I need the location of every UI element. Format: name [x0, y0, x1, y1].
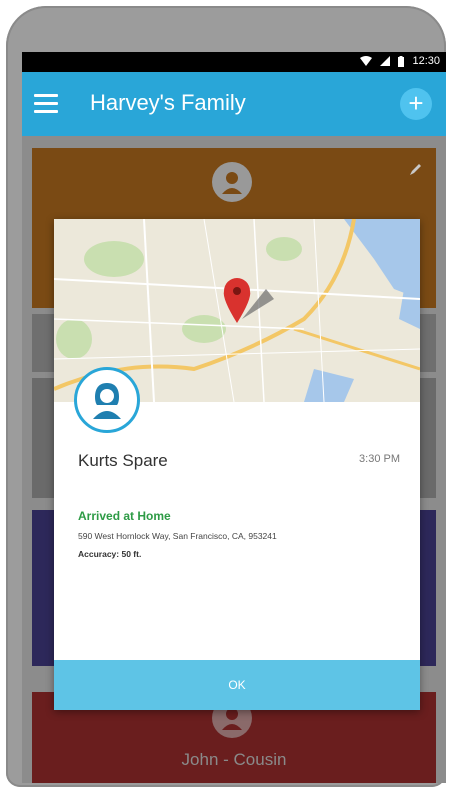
avatar-icon — [212, 162, 252, 202]
edit-icon[interactable] — [410, 162, 422, 178]
ok-button[interactable]: OK — [54, 660, 420, 710]
menu-icon[interactable] — [34, 94, 58, 114]
app-bar: Harvey's Family + — [22, 72, 446, 136]
battery-icon — [398, 55, 405, 67]
avatar-icon — [93, 383, 121, 419]
add-icon[interactable]: + — [400, 88, 432, 120]
signal-icon — [380, 56, 391, 66]
event-time: 3:30 PM — [359, 453, 400, 465]
location-dialog: Kurts Spare 3:30 PM Arrived at Home 590 … — [54, 219, 420, 710]
accuracy-text: Accuracy: 50 ft. — [78, 549, 142, 559]
member-name: John - Cousin — [181, 750, 287, 769]
status-text: Arrived at Home — [78, 509, 171, 523]
member-name: Kurts Spare — [78, 451, 168, 470]
wifi-icon — [360, 56, 373, 66]
member-avatar — [74, 367, 140, 433]
page-title: Harvey's Family — [90, 90, 246, 115]
status-bar: 12:30 — [22, 52, 446, 72]
address-text: 590 West Hornlock Way, San Francisco, CA… — [78, 531, 277, 541]
status-time: 12:30 — [412, 55, 440, 67]
